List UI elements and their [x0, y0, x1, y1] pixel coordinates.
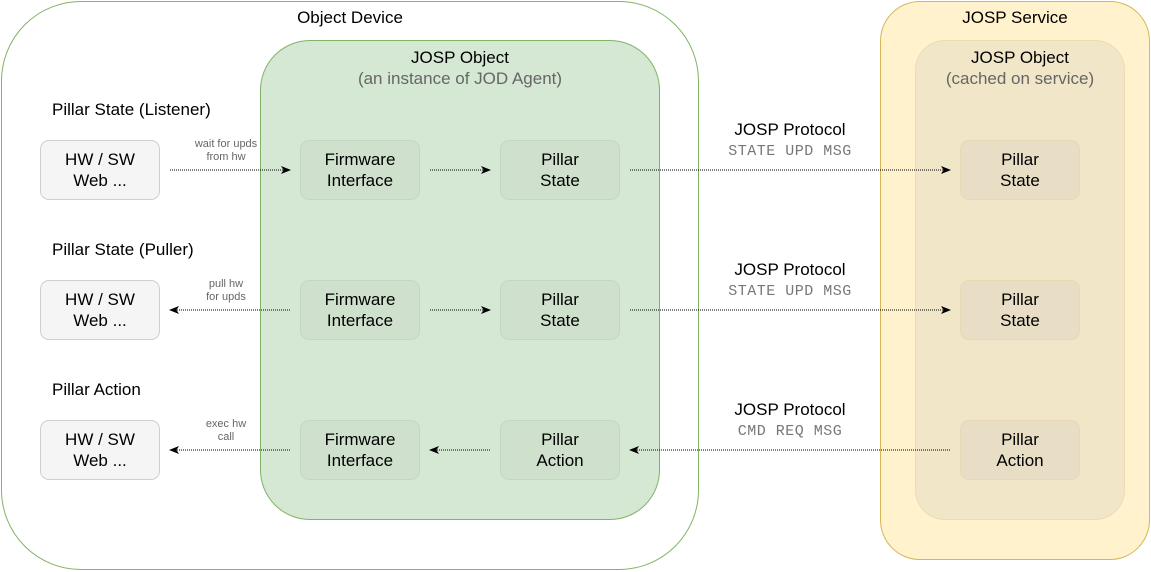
hw-edge-label-line: pull hw	[208, 278, 244, 290]
firmware-interface-box-label-line: Interface	[326, 451, 394, 470]
service-pillar-box-label-line: State	[1000, 171, 1040, 190]
hw-edge-label-line: call	[217, 431, 235, 443]
service-pillar-box-label-line: State	[1000, 311, 1040, 330]
service-pillar-box: Pillar State	[960, 280, 1080, 340]
protocol-message: STATE UPD MSG	[728, 283, 852, 300]
service-pillar-box-label-line: Pillar	[1001, 430, 1039, 449]
firmware-interface-box-label-line: Firmware	[324, 430, 396, 449]
firmware-interface-box: Firmware Interface	[300, 280, 420, 340]
pillar-box-label-line: Pillar	[541, 150, 579, 169]
hw-sw-web-box-label-line: Web ...	[73, 311, 127, 330]
hw-edge-label: wait for upds from hw	[176, 138, 276, 164]
pillar-box-label-line: State	[540, 311, 580, 330]
pillar-box: Pillar State	[500, 140, 620, 200]
hw-sw-web-box-label-line: HW / SW	[65, 430, 135, 449]
firmware-interface-box: Firmware Interface	[300, 420, 420, 480]
firmware-interface-box-label-line: Firmware	[324, 150, 396, 169]
pillar-box-label-line: Action	[536, 451, 584, 470]
hw-sw-web-box-label-line: Web ...	[73, 451, 127, 470]
hw-edge-label: exec hw call	[176, 418, 276, 444]
pillar-box-label-line: Pillar	[541, 430, 579, 449]
hw-edge-label-line: wait for upds	[194, 138, 258, 150]
hw-sw-web-box-label-line: HW / SW	[65, 290, 135, 309]
hw-sw-web-box-label-line: Web ...	[73, 171, 127, 190]
pillar-box: Pillar Action	[500, 420, 620, 480]
service-pillar-box: Pillar Action	[960, 420, 1080, 480]
pillar-box: Pillar State	[500, 280, 620, 340]
service-pillar-box-label-line: Pillar	[1001, 150, 1039, 169]
protocol-label: JOSP Protocol	[734, 400, 846, 419]
hw-edge-label-line: exec hw	[205, 418, 247, 430]
protocol-message: STATE UPD MSG	[728, 143, 852, 160]
protocol-label: JOSP Protocol	[734, 120, 846, 139]
hw-edge-label: pull hw for upds	[176, 278, 276, 304]
hw-edge-label-line: from hw	[206, 151, 246, 163]
service-pillar-box-label-line: Action	[996, 451, 1044, 470]
pillar-box-label-line: Pillar	[541, 290, 579, 309]
service-pillar-box: Pillar State	[960, 140, 1080, 200]
pillar-box-label-line: State	[540, 171, 580, 190]
hw-sw-web-box: HW / SW Web ...	[40, 140, 160, 200]
section-heading: Pillar State (Puller)	[52, 240, 194, 259]
section-heading: Pillar State (Listener)	[52, 100, 211, 119]
hw-sw-web-box: HW / SW Web ...	[40, 420, 160, 480]
hw-edge-label-line: for upds	[206, 291, 246, 303]
service-pillar-box-label-line: Pillar	[1001, 290, 1039, 309]
firmware-interface-box-label-line: Interface	[326, 311, 394, 330]
firmware-interface-box: Firmware Interface	[300, 140, 420, 200]
protocol-label: JOSP Protocol	[734, 260, 846, 279]
firmware-interface-box-label-line: Interface	[326, 171, 394, 190]
protocol-message: CMD REQ MSG	[737, 423, 843, 440]
firmware-interface-box-label-line: Firmware	[324, 290, 396, 309]
hw-sw-web-box: HW / SW Web ...	[40, 280, 160, 340]
hw-sw-web-box-label-line: HW / SW	[65, 150, 135, 169]
section-heading: Pillar Action	[52, 380, 141, 399]
